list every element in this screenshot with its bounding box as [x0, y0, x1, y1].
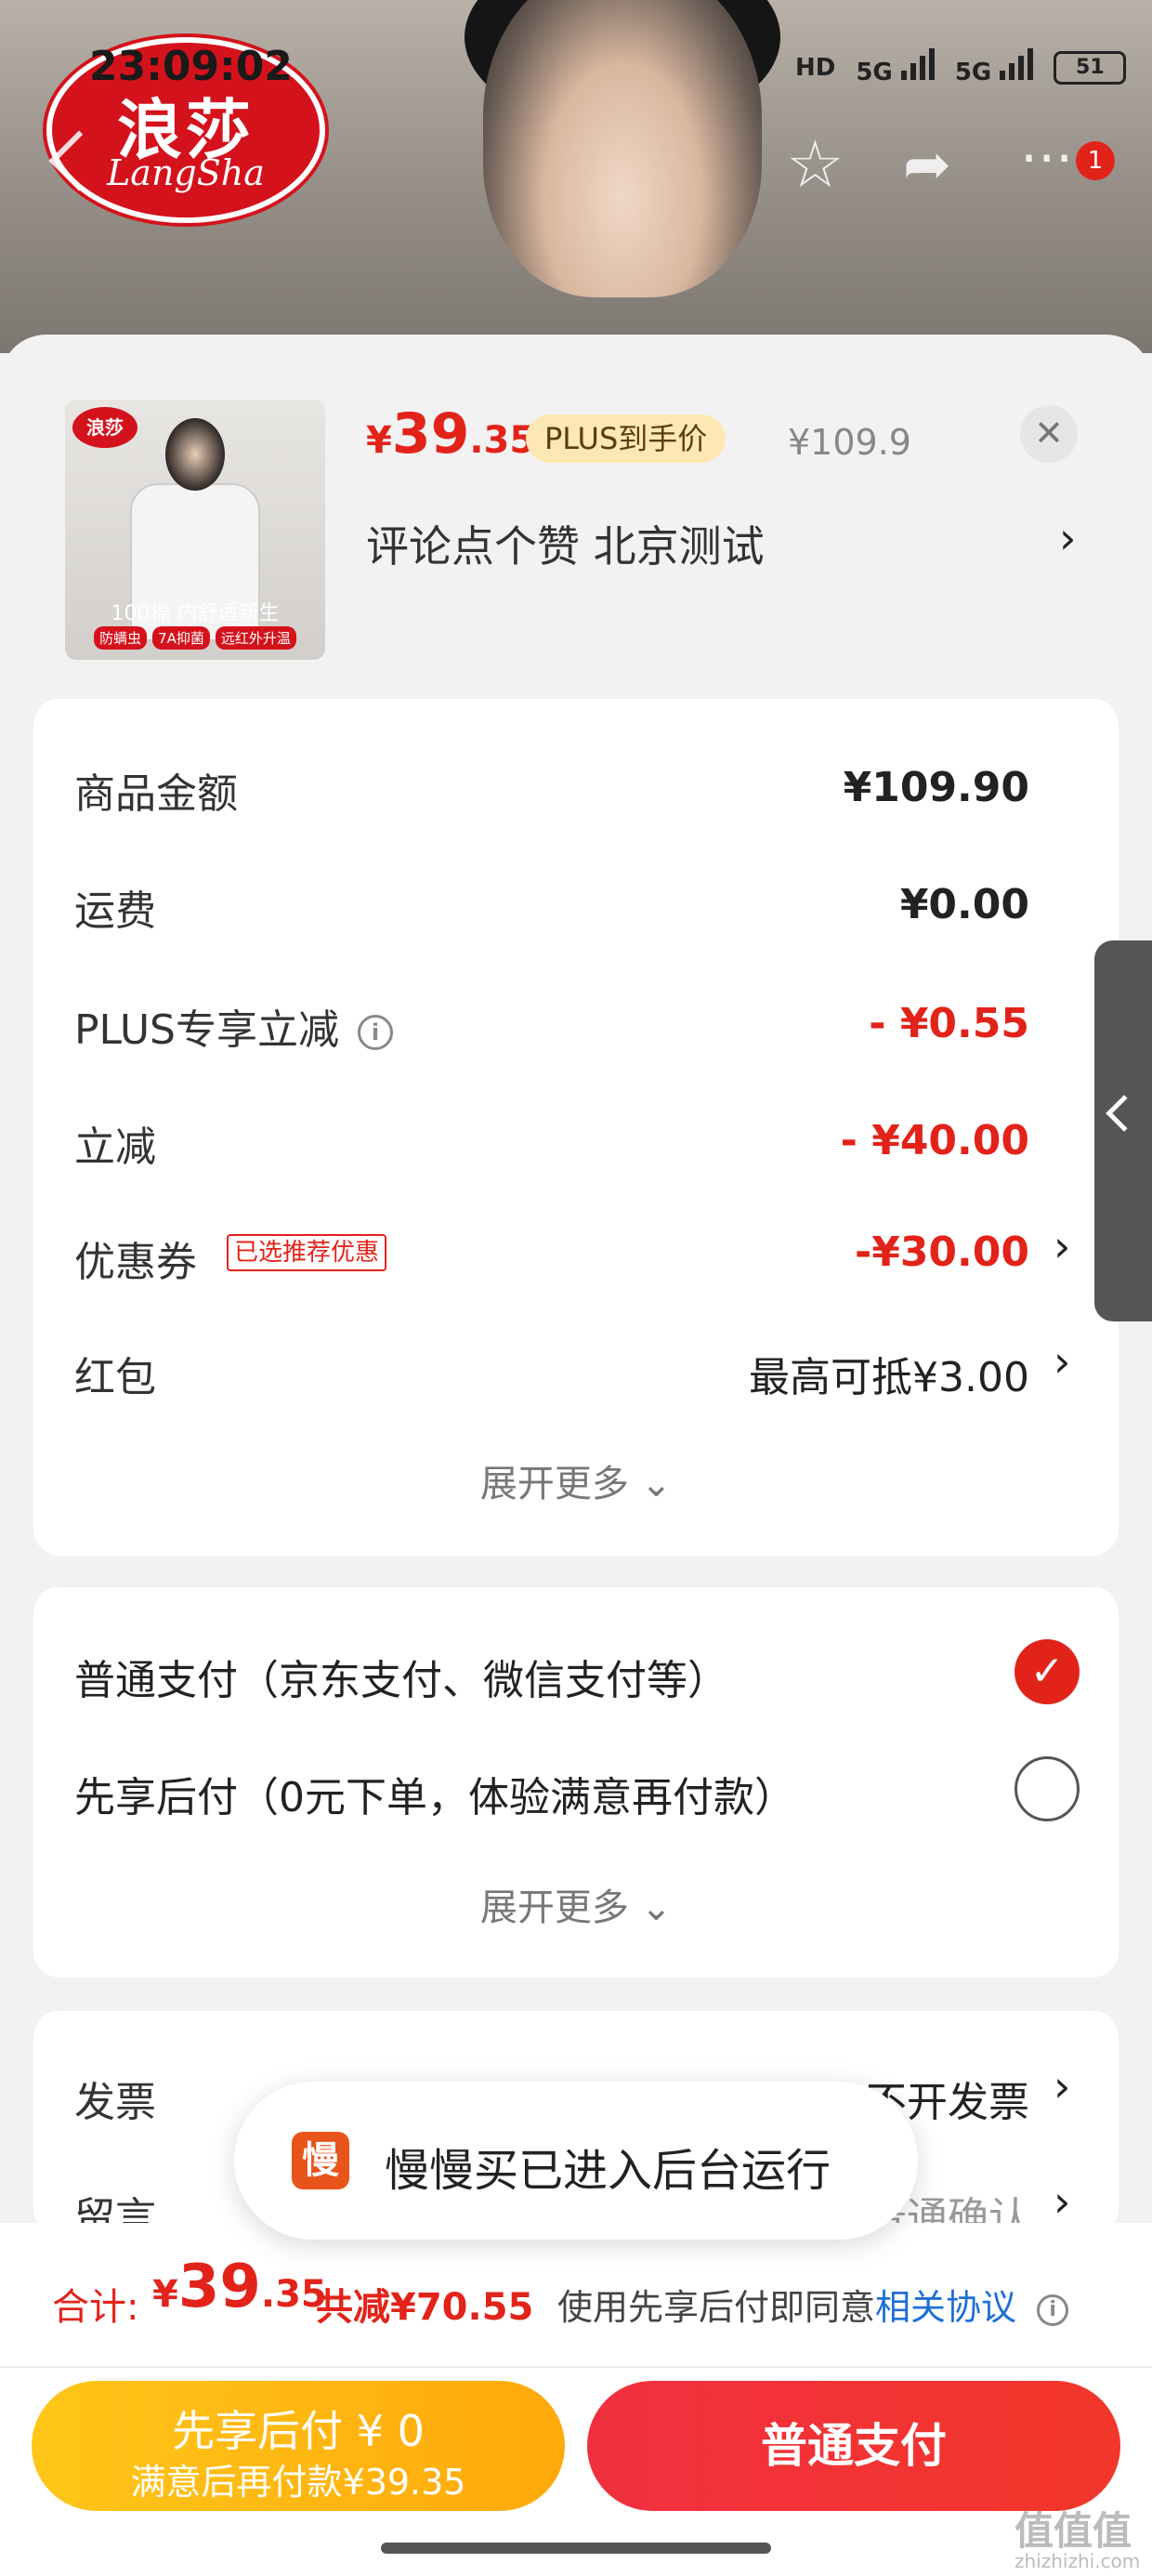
watermark: 值值值 [1015, 2508, 1132, 2554]
more-icon[interactable]: ··· [1020, 126, 1073, 191]
product-image-tags: 防螨虫 7A抑菌 远红外升温 [65, 626, 325, 650]
product-image[interactable]: 浪莎 100棉 内舒适新生 防螨虫 7A抑菌 远红外升温 [65, 400, 325, 660]
agreement-link[interactable]: 相关协议 [875, 2287, 1016, 2328]
agreement-prefix: 使用先享后付即同意 [557, 2287, 876, 2328]
total-price: ¥39.35 [152, 2253, 327, 2321]
battery-icon: 51 [1054, 50, 1127, 85]
summary-expand-more[interactable]: 展开更多 ⌄ [33, 1453, 1119, 1507]
app-icon: 慢 [292, 2132, 349, 2189]
original-price: ¥109.9 [788, 422, 911, 463]
toast-text: 慢慢买已进入后台运行 [385, 2145, 831, 2197]
product-spec[interactable]: 评论点个赞 北京测试 [366, 513, 765, 574]
share-icon[interactable]: ➦ [903, 130, 951, 198]
normal-pay-button[interactable]: 普通支付 [587, 2381, 1120, 2511]
checkmark-selected-icon[interactable]: ✓ [1015, 1639, 1080, 1704]
product-logo: 浪莎 [72, 407, 137, 448]
payment-option-after-pay[interactable]: 先享后付（0元下单，体验满意再付款） [74, 1764, 795, 1823]
total-integer: 39 [177, 2253, 261, 2321]
watermark-sub: zhizhizhi.com [1015, 2550, 1141, 2572]
summary-value-red-packet[interactable]: 最高可抵¥3.00 [749, 1344, 1029, 1403]
chevron-right-icon[interactable]: › [1054, 2061, 1070, 2111]
radio-unselected-icon[interactable] [1015, 1756, 1080, 1821]
star-icon[interactable]: ☆ [786, 126, 844, 203]
payment-option-normal[interactable]: 普通支付（京东支付、微信支付等） [74, 1647, 728, 1706]
close-button[interactable]: ✕ [1020, 405, 1078, 463]
status-icons: HD 5G 5G 51 [795, 48, 1127, 86]
agreement-text: 使用先享后付即同意相关协议 i [557, 2279, 1069, 2330]
summary-label-instant-discount: 立减 [74, 1124, 156, 1171]
home-indicator[interactable] [381, 2543, 771, 2554]
price-symbol: ¥ [366, 419, 392, 462]
summary-label-coupon[interactable]: 优惠券 [74, 1229, 197, 1288]
pay-later-title: 先享后付 ¥ 0 [172, 2406, 425, 2456]
product-model-head [165, 418, 225, 491]
summary-expand-text: 展开更多 [479, 1463, 629, 1505]
signal-5g-icon-2: 5G [955, 48, 1034, 86]
info-icon[interactable]: i [358, 1015, 393, 1050]
background-run-toast: 慢 慢慢买已进入后台运行 [234, 2082, 918, 2240]
payment-expand-text: 展开更多 [479, 1886, 629, 1929]
product-tag: 7A抑菌 [152, 626, 210, 650]
total-reduction: 共减¥70.55 [316, 2286, 534, 2329]
invoice-label: 发票 [74, 2079, 156, 2126]
price-integer: 39 [391, 401, 470, 467]
product-image-caption: 100棉 内舒适新生 [111, 602, 280, 625]
summary-value-goods: ¥109.90 [843, 764, 1029, 811]
chevron-right-icon[interactable]: › [1054, 1336, 1070, 1387]
payment-expand-more[interactable]: 展开更多 ⌄ [33, 1877, 1119, 1931]
plus-price-badge: PLUS到手价 [526, 414, 727, 463]
divider [0, 2366, 1152, 2368]
notification-badge: 1 [1076, 141, 1115, 180]
signal-5g-label: 5G [856, 59, 893, 86]
pay-later-subtitle: 满意后再付款¥39.35 [130, 2462, 466, 2503]
coupon-recommended-tag: 已选推荐优惠 [227, 1234, 387, 1271]
chevron-right-icon[interactable]: › [1054, 1221, 1070, 1271]
status-time: 23:09:02 [89, 43, 293, 90]
hd-icon: HD [795, 53, 836, 82]
summary-label-goods: 商品金额 [74, 770, 238, 818]
side-drawer-tab[interactable] [1094, 940, 1152, 1321]
summary-label-plus-discount: PLUS专享立减 i [74, 996, 393, 1056]
chevron-right-icon[interactable]: › [1059, 513, 1076, 563]
chevron-down-icon: ⌄ [640, 1463, 673, 1505]
plus-discount-text: PLUS专享立减 [74, 1006, 339, 1054]
signal-5g-label-2: 5G [954, 59, 992, 86]
total-label: 合计: [52, 2286, 139, 2329]
summary-value-plus-discount: - ¥0.55 [869, 1000, 1029, 1047]
summary-label-shipping: 运费 [74, 887, 156, 935]
product-tag: 防螨虫 [94, 626, 148, 650]
total-symbol: ¥ [152, 2273, 178, 2316]
product-price: ¥39.35 [366, 401, 535, 467]
info-icon[interactable]: i [1037, 2293, 1069, 2326]
product-tag: 远红外升温 [215, 626, 296, 650]
chevron-down-icon: ⌄ [640, 1886, 673, 1929]
summary-value-coupon[interactable]: -¥30.00 [855, 1229, 1029, 1276]
pay-later-button[interactable]: 先享后付 ¥ 0 满意后再付款¥39.35 [32, 2381, 565, 2511]
model-face [483, 0, 762, 297]
summary-label-red-packet[interactable]: 红包 [74, 1344, 156, 1403]
chevron-left-icon [1106, 1095, 1143, 1132]
summary-value-instant-discount: - ¥40.00 [840, 1117, 1029, 1164]
summary-value-shipping: ¥0.00 [899, 881, 1029, 928]
signal-5g-icon: 5G [856, 48, 935, 86]
chevron-right-icon[interactable]: › [1054, 2176, 1070, 2227]
